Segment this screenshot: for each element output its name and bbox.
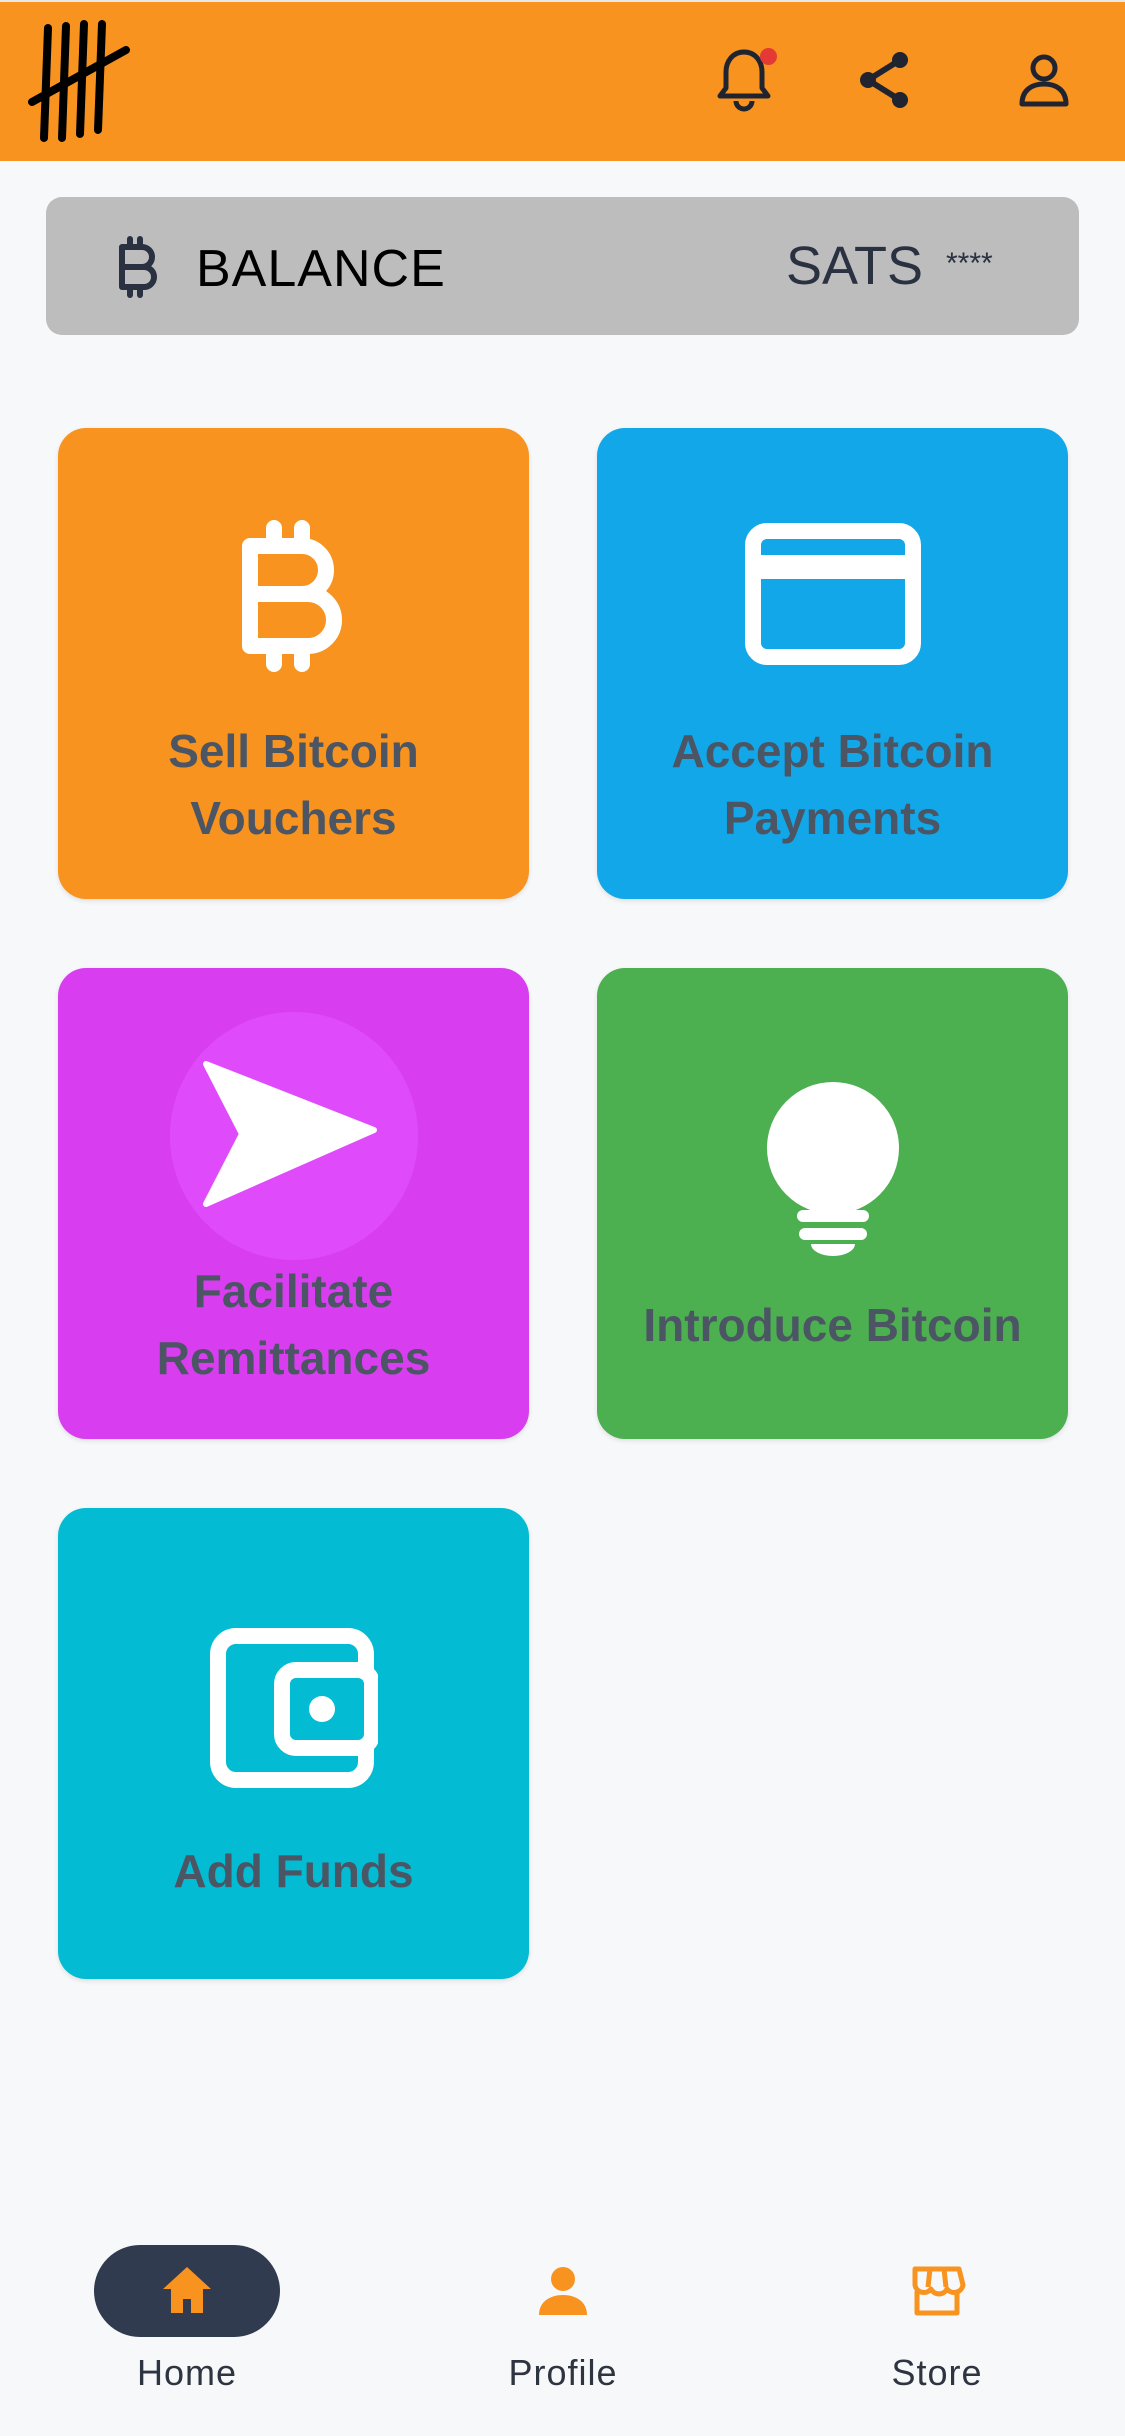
accept-bitcoin-payments-tile[interactable]: Accept Bitcoin Payments xyxy=(597,428,1068,899)
bottom-navigation: Home Profile Store xyxy=(0,2220,1125,2436)
store-icon xyxy=(912,2266,966,2316)
share-icon xyxy=(860,52,908,108)
tile-label: Introduce Bitcoin xyxy=(643,1299,1022,1351)
top-app-bar xyxy=(0,0,1125,161)
bitcoin-icon xyxy=(241,520,342,672)
tile-label-line1: Sell Bitcoin xyxy=(168,725,419,777)
tile-label-line2: Vouchers xyxy=(190,792,397,844)
nav-item-profile[interactable]: Profile xyxy=(456,2220,676,2420)
nav-label-home: Home xyxy=(136,2352,238,2393)
nav-label-profile: Profile xyxy=(508,2352,618,2393)
tile-label-line2: Remittances xyxy=(156,1332,431,1384)
notification-dot xyxy=(760,48,777,65)
account-button[interactable] xyxy=(1008,44,1080,116)
facilitate-remittances-tile[interactable]: Facilitate Remittances xyxy=(58,968,529,1439)
wallet-icon xyxy=(209,1628,378,1788)
balance-label: BALANCE xyxy=(196,240,446,298)
introduce-bitcoin-tile[interactable]: Introduce Bitcoin xyxy=(597,968,1068,1439)
lightbulb-icon xyxy=(766,1082,899,1256)
send-icon xyxy=(169,1012,418,1260)
nav-item-home[interactable]: Home xyxy=(80,2220,300,2420)
tile-label-line1: Facilitate xyxy=(193,1265,394,1317)
share-button[interactable] xyxy=(848,44,920,116)
balance-card[interactable]: BALANCE SATS **** xyxy=(46,197,1079,335)
tile-label: Add Funds xyxy=(173,1845,414,1897)
balance-unit: SATS xyxy=(786,236,924,296)
tally-marks-logo[interactable] xyxy=(28,20,133,145)
tile-label-line2: Payments xyxy=(723,792,942,844)
profile-icon xyxy=(539,2267,587,2315)
nav-label-store: Store xyxy=(891,2352,983,2393)
user-icon xyxy=(1019,54,1069,107)
sell-bitcoin-vouchers-tile[interactable]: Sell Bitcoin Vouchers xyxy=(58,428,529,899)
tile-label-line1: Accept Bitcoin xyxy=(671,725,994,777)
notifications-button[interactable] xyxy=(708,44,780,116)
bitcoin-icon xyxy=(119,236,157,298)
nav-item-store[interactable]: Store xyxy=(830,2220,1050,2420)
credit-card-icon xyxy=(744,523,921,665)
add-funds-tile[interactable]: Add Funds xyxy=(58,1508,529,1979)
balance-value-hidden[interactable]: **** xyxy=(946,247,993,281)
home-icon xyxy=(163,2267,211,2313)
